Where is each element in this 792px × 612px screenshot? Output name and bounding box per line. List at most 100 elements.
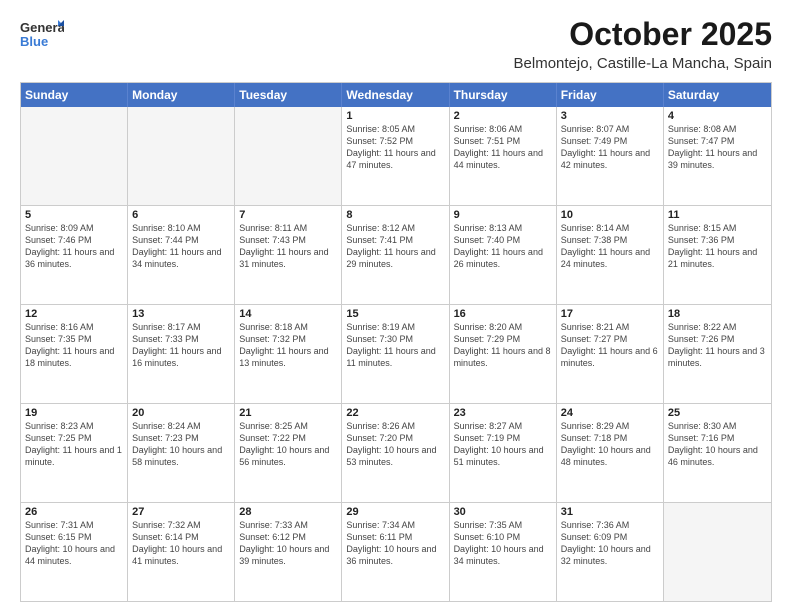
day-info: Sunrise: 8:05 AM Sunset: 7:52 PM Dayligh… [346,123,444,172]
day-number: 28 [239,506,337,518]
calendar: Sunday Monday Tuesday Wednesday Thursday… [20,82,772,602]
day-number: 21 [239,407,337,419]
day-cell: 12Sunrise: 8:16 AM Sunset: 7:35 PM Dayli… [21,305,128,403]
svg-text:Blue: Blue [20,34,48,49]
day-cell: 14Sunrise: 8:18 AM Sunset: 7:32 PM Dayli… [235,305,342,403]
day-number: 13 [132,308,230,320]
day-number: 5 [25,209,123,221]
day-info: Sunrise: 8:27 AM Sunset: 7:19 PM Dayligh… [454,420,552,469]
day-cell: 10Sunrise: 8:14 AM Sunset: 7:38 PM Dayli… [557,206,664,304]
day-info: Sunrise: 7:32 AM Sunset: 6:14 PM Dayligh… [132,519,230,568]
day-number: 20 [132,407,230,419]
day-info: Sunrise: 8:18 AM Sunset: 7:32 PM Dayligh… [239,321,337,370]
subtitle: Belmontejo, Castille-La Mancha, Spain [514,55,772,72]
day-cell: 23Sunrise: 8:27 AM Sunset: 7:19 PM Dayli… [450,404,557,502]
header-thursday: Thursday [450,83,557,107]
day-info: Sunrise: 8:07 AM Sunset: 7:49 PM Dayligh… [561,123,659,172]
day-number: 9 [454,209,552,221]
day-cell [235,107,342,205]
day-number: 16 [454,308,552,320]
day-info: Sunrise: 7:35 AM Sunset: 6:10 PM Dayligh… [454,519,552,568]
day-info: Sunrise: 8:29 AM Sunset: 7:18 PM Dayligh… [561,420,659,469]
day-cell: 18Sunrise: 8:22 AM Sunset: 7:26 PM Dayli… [664,305,771,403]
week-row: 26Sunrise: 7:31 AM Sunset: 6:15 PM Dayli… [21,502,771,601]
day-cell: 24Sunrise: 8:29 AM Sunset: 7:18 PM Dayli… [557,404,664,502]
day-number: 6 [132,209,230,221]
day-cell [21,107,128,205]
day-info: Sunrise: 8:16 AM Sunset: 7:35 PM Dayligh… [25,321,123,370]
day-number: 27 [132,506,230,518]
day-number: 30 [454,506,552,518]
logo: General Blue [20,16,64,52]
header-friday: Friday [557,83,664,107]
header-monday: Monday [128,83,235,107]
day-number: 24 [561,407,659,419]
day-info: Sunrise: 8:12 AM Sunset: 7:41 PM Dayligh… [346,222,444,271]
week-row: 5Sunrise: 8:09 AM Sunset: 7:46 PM Daylig… [21,205,771,304]
day-cell: 1Sunrise: 8:05 AM Sunset: 7:52 PM Daylig… [342,107,449,205]
day-number: 19 [25,407,123,419]
title-area: October 2025 Belmontejo, Castille-La Man… [514,16,772,72]
day-info: Sunrise: 8:25 AM Sunset: 7:22 PM Dayligh… [239,420,337,469]
day-info: Sunrise: 8:14 AM Sunset: 7:38 PM Dayligh… [561,222,659,271]
calendar-body: 1Sunrise: 8:05 AM Sunset: 7:52 PM Daylig… [21,107,771,601]
day-number: 23 [454,407,552,419]
day-info: Sunrise: 7:36 AM Sunset: 6:09 PM Dayligh… [561,519,659,568]
day-info: Sunrise: 8:13 AM Sunset: 7:40 PM Dayligh… [454,222,552,271]
day-number: 10 [561,209,659,221]
day-cell: 17Sunrise: 8:21 AM Sunset: 7:27 PM Dayli… [557,305,664,403]
week-row: 19Sunrise: 8:23 AM Sunset: 7:25 PM Dayli… [21,403,771,502]
day-cell: 21Sunrise: 8:25 AM Sunset: 7:22 PM Dayli… [235,404,342,502]
day-cell: 9Sunrise: 8:13 AM Sunset: 7:40 PM Daylig… [450,206,557,304]
week-row: 12Sunrise: 8:16 AM Sunset: 7:35 PM Dayli… [21,304,771,403]
day-info: Sunrise: 7:33 AM Sunset: 6:12 PM Dayligh… [239,519,337,568]
day-cell: 27Sunrise: 7:32 AM Sunset: 6:14 PM Dayli… [128,503,235,601]
day-info: Sunrise: 8:06 AM Sunset: 7:51 PM Dayligh… [454,123,552,172]
day-cell: 8Sunrise: 8:12 AM Sunset: 7:41 PM Daylig… [342,206,449,304]
header-sunday: Sunday [21,83,128,107]
day-number: 3 [561,110,659,122]
day-info: Sunrise: 7:31 AM Sunset: 6:15 PM Dayligh… [25,519,123,568]
day-info: Sunrise: 8:21 AM Sunset: 7:27 PM Dayligh… [561,321,659,370]
day-cell: 19Sunrise: 8:23 AM Sunset: 7:25 PM Dayli… [21,404,128,502]
day-number: 2 [454,110,552,122]
day-number: 31 [561,506,659,518]
day-cell [128,107,235,205]
day-number: 18 [668,308,767,320]
day-info: Sunrise: 8:23 AM Sunset: 7:25 PM Dayligh… [25,420,123,469]
day-cell: 20Sunrise: 8:24 AM Sunset: 7:23 PM Dayli… [128,404,235,502]
day-cell: 28Sunrise: 7:33 AM Sunset: 6:12 PM Dayli… [235,503,342,601]
day-info: Sunrise: 8:19 AM Sunset: 7:30 PM Dayligh… [346,321,444,370]
header-saturday: Saturday [664,83,771,107]
header: General Blue October 2025 Belmontejo, Ca… [20,16,772,72]
day-cell: 2Sunrise: 8:06 AM Sunset: 7:51 PM Daylig… [450,107,557,205]
day-number: 22 [346,407,444,419]
day-cell: 29Sunrise: 7:34 AM Sunset: 6:11 PM Dayli… [342,503,449,601]
day-cell: 15Sunrise: 8:19 AM Sunset: 7:30 PM Dayli… [342,305,449,403]
day-info: Sunrise: 8:10 AM Sunset: 7:44 PM Dayligh… [132,222,230,271]
day-info: Sunrise: 8:24 AM Sunset: 7:23 PM Dayligh… [132,420,230,469]
header-wednesday: Wednesday [342,83,449,107]
day-number: 11 [668,209,767,221]
day-cell: 7Sunrise: 8:11 AM Sunset: 7:43 PM Daylig… [235,206,342,304]
day-info: Sunrise: 8:17 AM Sunset: 7:33 PM Dayligh… [132,321,230,370]
day-info: Sunrise: 8:09 AM Sunset: 7:46 PM Dayligh… [25,222,123,271]
month-title: October 2025 [514,16,772,53]
day-number: 1 [346,110,444,122]
day-cell: 16Sunrise: 8:20 AM Sunset: 7:29 PM Dayli… [450,305,557,403]
day-number: 14 [239,308,337,320]
day-cell: 13Sunrise: 8:17 AM Sunset: 7:33 PM Dayli… [128,305,235,403]
day-cell: 26Sunrise: 7:31 AM Sunset: 6:15 PM Dayli… [21,503,128,601]
day-cell: 31Sunrise: 7:36 AM Sunset: 6:09 PM Dayli… [557,503,664,601]
day-number: 8 [346,209,444,221]
day-cell: 5Sunrise: 8:09 AM Sunset: 7:46 PM Daylig… [21,206,128,304]
day-number: 29 [346,506,444,518]
page: General Blue October 2025 Belmontejo, Ca… [0,0,792,612]
day-cell: 25Sunrise: 8:30 AM Sunset: 7:16 PM Dayli… [664,404,771,502]
day-cell: 22Sunrise: 8:26 AM Sunset: 7:20 PM Dayli… [342,404,449,502]
day-cell: 6Sunrise: 8:10 AM Sunset: 7:44 PM Daylig… [128,206,235,304]
day-info: Sunrise: 8:11 AM Sunset: 7:43 PM Dayligh… [239,222,337,271]
svg-text:General: General [20,20,64,35]
day-info: Sunrise: 8:20 AM Sunset: 7:29 PM Dayligh… [454,321,552,370]
day-cell: 30Sunrise: 7:35 AM Sunset: 6:10 PM Dayli… [450,503,557,601]
